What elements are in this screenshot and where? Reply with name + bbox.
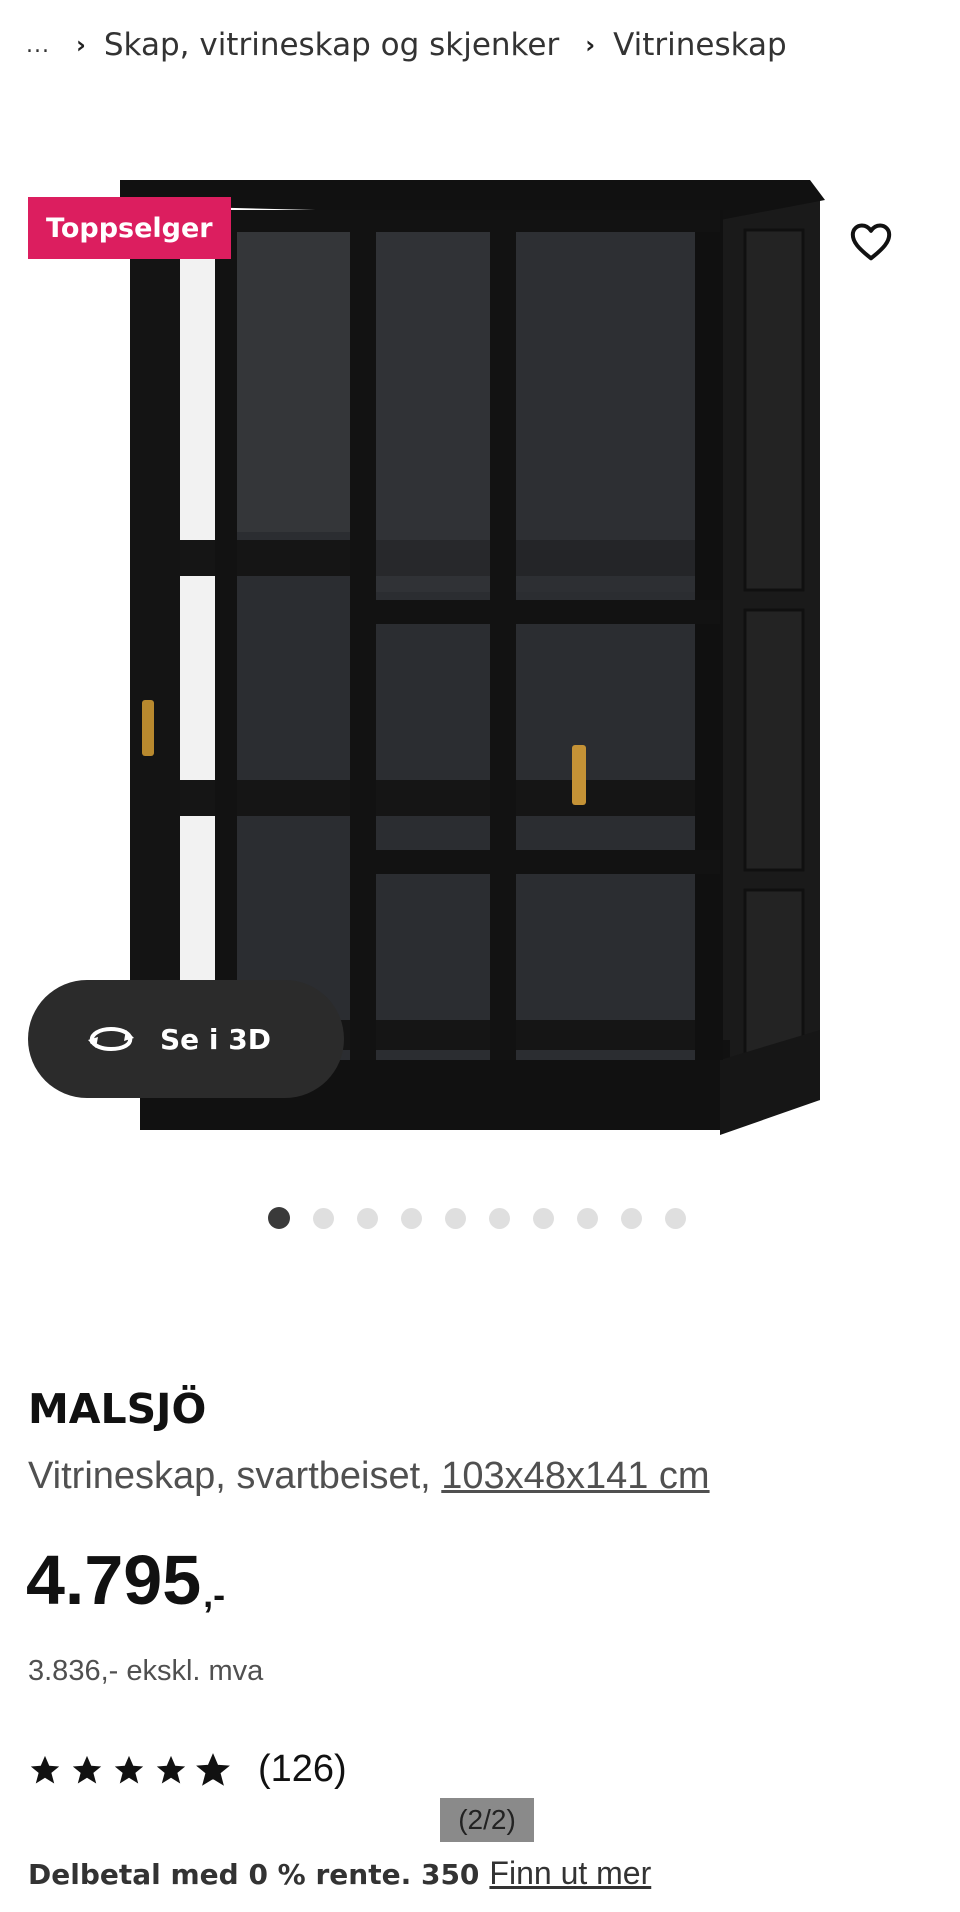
view-in-3d-label: Se i 3D <box>160 1022 271 1056</box>
star-half-icon <box>196 1752 230 1786</box>
gallery-dot[interactable] <box>313 1207 334 1229</box>
gallery-dot[interactable] <box>401 1207 422 1229</box>
chevron-right-icon: › <box>75 31 86 59</box>
favorite-button[interactable] <box>842 212 900 270</box>
gallery-dot[interactable] <box>268 1207 290 1229</box>
gallery-dot[interactable] <box>489 1207 510 1229</box>
breadcrumb: ... › Skap, vitrineskap og skjenker › Vi… <box>26 20 787 70</box>
gallery-dot[interactable] <box>445 1207 466 1229</box>
gallery-dot[interactable] <box>665 1207 686 1229</box>
review-count: (126) <box>258 1748 347 1790</box>
product-image-gallery[interactable]: Toppselger Se i 3D <box>0 140 960 1140</box>
installment-text: Delbetal med 0 % rente. 350 <box>28 1858 480 1891</box>
breadcrumb-link-display-cabinets[interactable]: Vitrineskap <box>613 27 787 63</box>
price-excluding-vat: 3.836,- ekskl. mva <box>28 1655 264 1687</box>
star-icon <box>156 1755 186 1783</box>
star-icon <box>114 1755 144 1783</box>
product-rating[interactable]: (126) <box>28 1748 347 1791</box>
product-type: Vitrineskap, svartbeiset, <box>28 1455 431 1497</box>
page-counter: (2/2) <box>440 1798 534 1842</box>
gallery-dot[interactable] <box>533 1207 554 1229</box>
price-suffix: ,- <box>203 1574 226 1615</box>
view-in-3d-button[interactable]: Se i 3D <box>28 980 344 1098</box>
product-dimensions-link[interactable]: 103x48x141 cm <box>441 1455 709 1497</box>
gallery-dot[interactable] <box>621 1207 642 1229</box>
gallery-dot[interactable] <box>577 1207 598 1229</box>
star-icon <box>72 1755 102 1783</box>
product-name: MALSJÖ <box>28 1385 207 1433</box>
rating-stars <box>28 1752 230 1787</box>
top-seller-badge: Toppselger <box>28 197 231 259</box>
gallery-dot[interactable] <box>357 1207 378 1229</box>
product-price: 4.795 ,- <box>26 1540 225 1620</box>
breadcrumb-link-cabinets[interactable]: Skap, vitrineskap og skjenker <box>104 27 559 63</box>
rotate-3d-icon <box>88 1026 134 1052</box>
product-description: Vitrineskap, svartbeiset, 103x48x141 cm <box>28 1455 710 1498</box>
heart-icon <box>850 223 892 261</box>
breadcrumb-ellipsis[interactable]: ... <box>26 33 50 58</box>
star-icon <box>30 1755 60 1783</box>
chevron-right-icon: › <box>585 31 596 59</box>
price-value: 4.795 <box>26 1541 202 1619</box>
gallery-pagination <box>268 1207 686 1229</box>
installment-info: Delbetal med 0 % rente. 350 Finn ut mer <box>28 1855 651 1892</box>
learn-more-link[interactable]: Finn ut mer <box>489 1855 651 1891</box>
